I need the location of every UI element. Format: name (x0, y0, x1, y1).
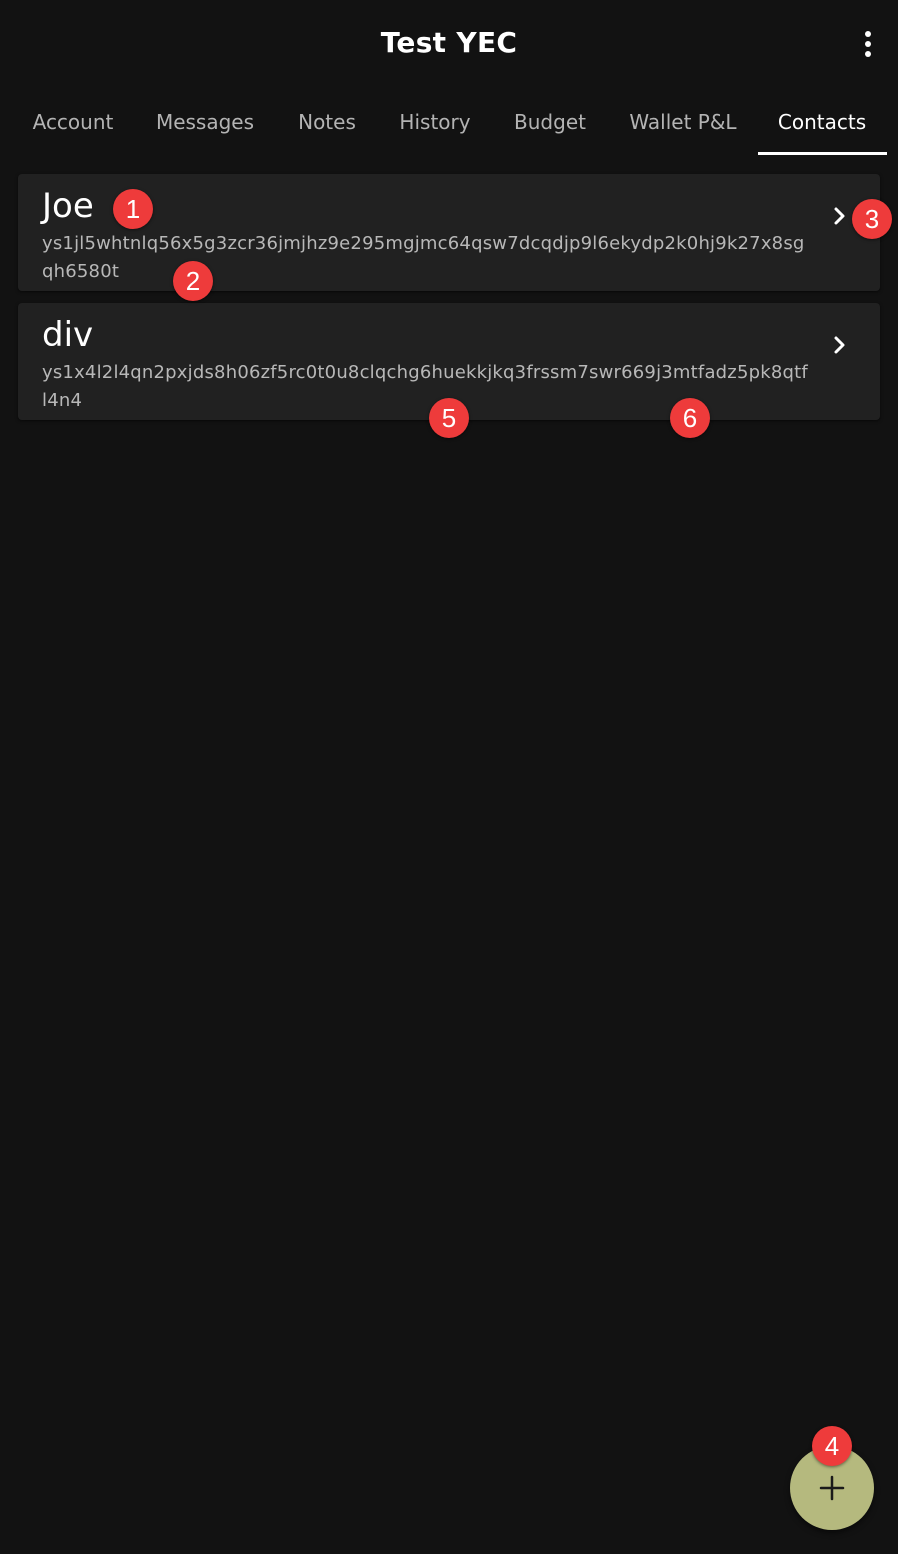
contact-name: div (42, 315, 94, 355)
more-vert-icon[interactable] (848, 22, 888, 66)
add-icon (819, 1475, 845, 1501)
annotation-marker-6: 6 (670, 398, 710, 438)
chevron-right-icon[interactable] (830, 204, 850, 228)
tab-messages[interactable]: Messages (146, 88, 264, 156)
annotation-marker-1: 1 (113, 189, 153, 229)
contact-item-joe[interactable]: Joe ys1jl5whtnlq56x5g3zcr36jmjhz9e295mgj… (18, 174, 880, 291)
annotation-marker-3: 3 (852, 199, 892, 239)
tab-budget[interactable]: Budget (502, 88, 598, 156)
tab-wallet-pnl[interactable]: Wallet P&L (616, 88, 750, 156)
tab-history[interactable]: History (390, 88, 480, 156)
active-tab-indicator (758, 152, 887, 155)
app-title: Test YEC (380, 26, 518, 59)
tab-account[interactable]: Account (14, 88, 132, 156)
app-bar: Test YEC (0, 0, 898, 88)
annotation-marker-2: 2 (173, 261, 213, 301)
tab-bar: Account Messages Notes History Budget Wa… (0, 88, 898, 156)
tab-notes[interactable]: Notes (284, 88, 370, 156)
chevron-right-icon[interactable] (830, 333, 850, 357)
annotation-marker-4: 4 (812, 1426, 852, 1466)
contact-address: ys1jl5whtnlq56x5g3zcr36jmjhz9e295mgjmc64… (42, 233, 805, 282)
tab-contacts[interactable]: Contacts (760, 88, 884, 156)
annotation-marker-5: 5 (429, 398, 469, 438)
contact-name: Joe (42, 186, 94, 226)
